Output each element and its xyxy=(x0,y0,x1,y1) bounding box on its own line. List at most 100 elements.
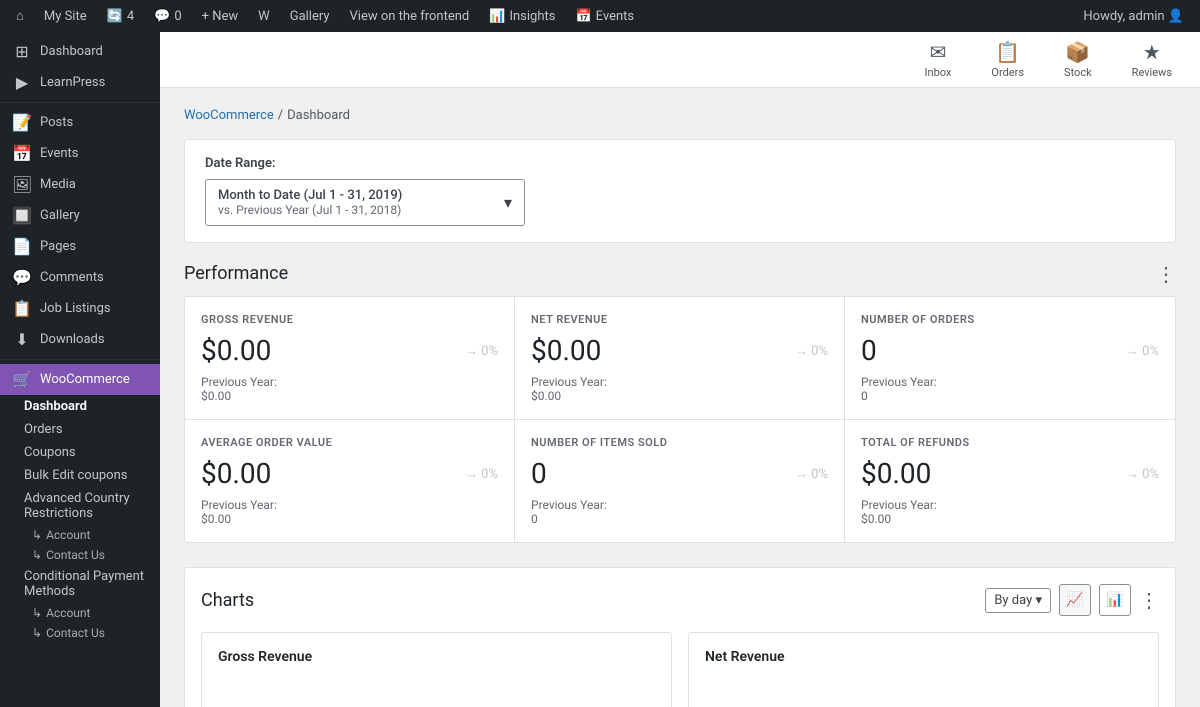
line-chart-icon: 📈 xyxy=(1066,592,1083,608)
chart-bar-btn[interactable]: 📊 xyxy=(1099,584,1131,616)
adminbar-view-frontend[interactable]: View on the frontend xyxy=(342,0,478,32)
stock-icon: 📦 xyxy=(1065,40,1090,64)
perf-cell-refunds: TOTAL OF REFUNDS $0.00 → 0% Previous Yea… xyxy=(845,420,1175,542)
by-day-select[interactable]: By day ▾ xyxy=(985,588,1051,613)
main-layout: ⊞ Dashboard ▶ LearnPress 📝 Posts 📅 Event… xyxy=(0,32,1200,707)
gross-revenue-chart-title: Gross Revenue xyxy=(218,649,655,665)
sidebar-submenu-account-1[interactable]: ↳ Account xyxy=(0,525,160,545)
sidebar-submenu-advanced-country[interactable]: Advanced Country Restrictions xyxy=(0,487,160,525)
sidebar-item-job-listings[interactable]: 📋 Job Listings xyxy=(0,293,160,324)
perf-cell-orders: NUMBER OF ORDERS 0 → 0% Previous Year: 0 xyxy=(845,297,1175,420)
date-range-section: Date Range: Month to Date (Jul 1 - 31, 2… xyxy=(184,139,1176,243)
charts-header: Charts By day ▾ 📈 📊 ⋮ xyxy=(201,584,1159,616)
woocommerce-icon: 🛒 xyxy=(12,370,32,389)
adminbar-new[interactable]: + New xyxy=(194,0,247,32)
net-revenue-chart-title: Net Revenue xyxy=(705,649,1142,665)
content-top-bar: ✉ Inbox 📋 Orders 📦 Stock ★ Reviews xyxy=(160,32,1200,88)
date-range-text: Month to Date (Jul 1 - 31, 2019) vs. Pre… xyxy=(218,188,402,217)
perf-label-refunds: TOTAL OF REFUNDS xyxy=(861,436,1159,449)
content-area: ✉ Inbox 📋 Orders 📦 Stock ★ Reviews WooCo… xyxy=(160,32,1200,707)
reviews-icon: ★ xyxy=(1143,40,1161,64)
perf-change-refunds: → 0% xyxy=(1126,466,1159,482)
charts-title: Charts xyxy=(201,590,254,611)
adminbar-wp[interactable]: W xyxy=(250,0,278,32)
sidebar-item-gallery[interactable]: 🔲 Gallery xyxy=(0,200,160,231)
perf-label-orders: NUMBER OF ORDERS xyxy=(861,313,1159,326)
sidebar-item-dashboard[interactable]: ⊞ Dashboard xyxy=(0,36,160,67)
top-icon-inbox[interactable]: ✉ Inbox xyxy=(917,36,960,83)
top-icon-stock[interactable]: 📦 Stock xyxy=(1056,36,1100,83)
net-revenue-chart-card: Net Revenue xyxy=(688,632,1159,707)
adminbar-gallery[interactable]: Gallery xyxy=(282,0,338,32)
sidebar-submenu-dashboard[interactable]: Dashboard xyxy=(0,395,160,418)
sidebar-submenu-orders[interactable]: Orders xyxy=(0,418,160,441)
top-icon-reviews[interactable]: ★ Reviews xyxy=(1124,36,1180,83)
adminbar-user[interactable]: Howdy, admin 👤 xyxy=(1075,9,1192,24)
top-icon-orders[interactable]: 📋 Orders xyxy=(983,36,1032,83)
sidebar-item-comments[interactable]: 💬 Comments xyxy=(0,262,160,293)
charts-section: Charts By day ▾ 📈 📊 ⋮ xyxy=(184,567,1176,707)
perf-value-row-avg-order: $0.00 → 0% xyxy=(201,457,498,490)
perf-label-avg-order: AVERAGE ORDER VALUE xyxy=(201,436,498,449)
sidebar-submenu-contact-1[interactable]: ↳ Contact Us xyxy=(0,545,160,565)
breadcrumb-parent[interactable]: WooCommerce xyxy=(184,108,274,123)
content-inner: WooCommerce / Dashboard Date Range: Mont… xyxy=(160,88,1200,707)
sidebar-submenu-cpm-account[interactable]: ↳ Account xyxy=(0,603,160,623)
adminbar-updates[interactable]: 🔄 4 xyxy=(99,0,143,32)
sidebar-item-woocommerce[interactable]: 🛒 WooCommerce xyxy=(0,364,160,395)
perf-value-row-items-sold: 0 → 0% xyxy=(531,457,828,490)
performance-more-icon[interactable]: ⋮ xyxy=(1156,264,1176,284)
sidebar-main-nav: ⊞ Dashboard ▶ LearnPress 📝 Posts 📅 Event… xyxy=(0,32,160,647)
perf-value-row-net-revenue: $0.00 → 0% xyxy=(531,334,828,367)
downloads-icon: ⬇ xyxy=(12,330,32,349)
perf-cell-gross-revenue: GROSS REVENUE $0.00 → 0% Previous Year: … xyxy=(185,297,515,420)
perf-label-net-revenue: NET REVENUE xyxy=(531,313,828,326)
adminbar-site-name[interactable]: My Site xyxy=(36,0,95,32)
performance-grid: GROSS REVENUE $0.00 → 0% Previous Year: … xyxy=(184,296,1176,543)
charts-controls: By day ▾ 📈 📊 ⋮ xyxy=(985,584,1159,616)
dashboard-icon: ⊞ xyxy=(12,42,32,61)
sidebar-divider-1 xyxy=(0,102,160,103)
perf-value-net-revenue: $0.00 xyxy=(531,334,601,367)
perf-prev-items-sold: Previous Year: 0 xyxy=(531,498,828,526)
breadcrumb-separator: / xyxy=(278,108,283,123)
learnpress-icon: ▶ xyxy=(12,73,32,92)
date-range-select[interactable]: Month to Date (Jul 1 - 31, 2019) vs. Pre… xyxy=(205,179,525,226)
perf-change-items-sold: → 0% xyxy=(795,466,828,482)
sidebar-item-downloads[interactable]: ⬇ Downloads xyxy=(0,324,160,355)
charts-grid: Gross Revenue Net Revenue xyxy=(201,632,1159,707)
sidebar-submenu-conditional-payment[interactable]: Conditional Payment Methods xyxy=(0,565,160,603)
adminbar-insights[interactable]: 📊 Insights xyxy=(481,0,563,32)
perf-prev-avg-order: Previous Year: $0.00 xyxy=(201,498,498,526)
inbox-icon: ✉ xyxy=(930,40,947,64)
sidebar-submenu-coupons[interactable]: Coupons xyxy=(0,441,160,464)
breadcrumb: WooCommerce / Dashboard xyxy=(184,108,1176,123)
perf-prev-refunds: Previous Year: $0.00 xyxy=(861,498,1159,526)
perf-cell-avg-order: AVERAGE ORDER VALUE $0.00 → 0% Previous … xyxy=(185,420,515,542)
sidebar-item-events[interactable]: 📅 Events xyxy=(0,138,160,169)
sidebar-item-media[interactable]: 🖼 Media xyxy=(0,169,160,200)
perf-change-gross-revenue: → 0% xyxy=(465,343,498,359)
red-arrow-annotation xyxy=(0,395,5,419)
chevron-down-icon: ▾ xyxy=(504,193,512,212)
orders-icon: 📋 xyxy=(995,40,1020,64)
admin-bar: ⌂ My Site 🔄 4 💬 0 + New W Gallery View o… xyxy=(0,0,1200,32)
sidebar-item-learnpress[interactable]: ▶ LearnPress xyxy=(0,67,160,98)
sidebar-submenu-cpm-contact[interactable]: ↳ Contact Us xyxy=(0,623,160,643)
charts-more-icon[interactable]: ⋮ xyxy=(1139,590,1159,610)
performance-section: Performance ⋮ GROSS REVENUE $0.00 → 0% P… xyxy=(184,263,1176,543)
perf-value-refunds: $0.00 xyxy=(861,457,931,490)
bar-chart-icon: 📊 xyxy=(1106,592,1123,608)
adminbar-site-icon[interactable]: ⌂ xyxy=(8,0,32,32)
perf-label-gross-revenue: GROSS REVENUE xyxy=(201,313,498,326)
sidebar-item-pages[interactable]: 📄 Pages xyxy=(0,231,160,262)
sidebar-divider-2 xyxy=(0,359,160,360)
sidebar-item-posts[interactable]: 📝 Posts xyxy=(0,107,160,138)
adminbar-comments[interactable]: 💬 0 xyxy=(146,0,190,32)
gallery-icon: 🔲 xyxy=(12,206,32,225)
chart-line-btn[interactable]: 📈 xyxy=(1059,584,1091,616)
perf-label-items-sold: NUMBER OF ITEMS SOLD xyxy=(531,436,828,449)
sidebar-submenu-bulk-edit[interactable]: Bulk Edit coupons xyxy=(0,464,160,487)
breadcrumb-current: Dashboard xyxy=(287,108,350,123)
adminbar-events[interactable]: 📅 Events xyxy=(567,0,642,32)
